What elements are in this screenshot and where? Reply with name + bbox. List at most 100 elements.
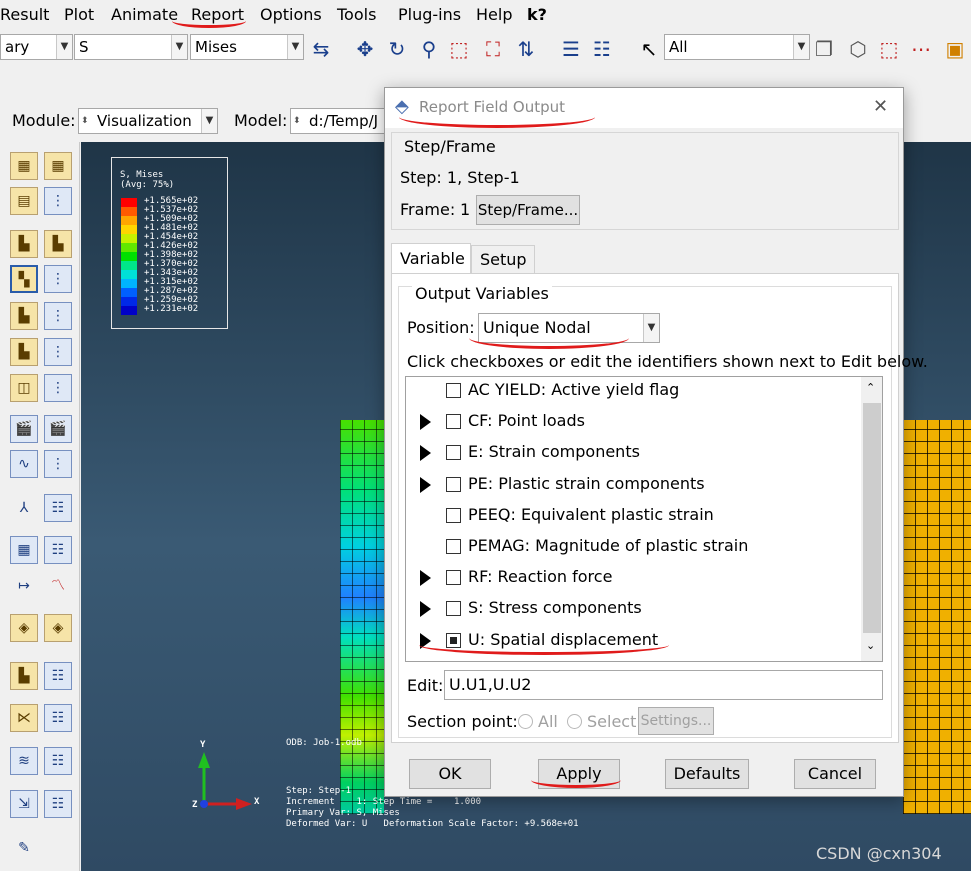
section-all-radio[interactable] [518,714,533,729]
view-cut-icon[interactable]: ⅄ [10,494,38,522]
selection-filter-combo[interactable]: All ▼ [664,34,810,60]
animation-options-icon[interactable]: ⋮ [44,450,72,478]
animate-history-icon[interactable]: ∿ [10,450,38,478]
zoom-icon[interactable]: ⚲ [417,37,441,61]
list-item[interactable]: PE: Plastic strain components [406,469,861,500]
display-group-icon[interactable]: ◈ [10,614,38,642]
expand-triangle-icon[interactable] [420,570,431,587]
context-help-icon[interactable]: k? [527,5,547,24]
transform-manager-icon[interactable]: ☷ [44,790,72,818]
list-item[interactable]: RF: Reaction force [406,562,861,593]
scrollbar[interactable]: ⌃ ⌄ [861,377,882,661]
common-options-icon[interactable]: ⋮ [44,265,72,293]
plot-material-icon[interactable]: ▙ [10,302,38,330]
settings-button[interactable]: Settings... [638,707,714,735]
view-cube-icon[interactable]: ⬡ [846,37,870,61]
plot-deformed-icon[interactable]: ▦ [44,152,72,180]
free-body-manager-icon[interactable]: ☷ [44,704,72,732]
stream-options-icon[interactable]: ⋮ [44,338,72,366]
view-cut-manager-icon[interactable]: ☷ [44,494,72,522]
list-item[interactable]: E: Strain components [406,437,861,468]
dialog-title-bar[interactable]: ⬘ Report Field Output ✕ [385,88,903,128]
cycle-views-icon[interactable]: ⇅ [514,37,538,61]
box-zoom-icon[interactable]: ⬚ [447,37,471,61]
variable-checkbox[interactable] [446,507,461,523]
step-frame-button[interactable]: Step/Frame... [476,195,580,225]
superimpose-icon[interactable]: ◫ [10,374,38,402]
variable-checkbox[interactable] [446,445,461,461]
tab-variable[interactable]: Variable [391,243,471,274]
expand-triangle-icon[interactable] [420,476,431,493]
superimpose-options-icon[interactable]: ⋮ [44,374,72,402]
field-output-category-combo[interactable]: ary ▼ [0,34,73,60]
list-item[interactable]: PEEQ: Equivalent plastic strain [406,500,861,531]
section-select-radio[interactable] [567,714,582,729]
menu-help[interactable]: Help [476,5,512,24]
animate-scale-icon[interactable]: 🎬 [10,415,38,443]
animate-time-icon[interactable]: 🎬 [44,415,72,443]
cancel-button[interactable]: Cancel [794,759,876,789]
variable-checkbox[interactable] [446,539,461,554]
stack-icon[interactable]: ☷ [590,37,614,61]
plot-undeformed-icon[interactable]: ▦ [10,152,38,180]
stream-icon[interactable]: ≋ [10,747,38,775]
menu-options[interactable]: Options [260,5,322,24]
contour-options-icon[interactable]: ⋮ [44,187,72,215]
field-output-variable-combo[interactable]: S ▼ [74,34,188,60]
menu-tools[interactable]: Tools [337,5,376,24]
select-arrow-icon[interactable]: ↖ [637,37,661,61]
query-tool-icon[interactable]: ✎ [10,834,38,862]
pan-icon[interactable]: ✥ [353,37,377,61]
list-item[interactable]: CF: Point loads [406,406,861,437]
stream-manager-icon[interactable]: ☷ [44,747,72,775]
xy-plot-icon[interactable]: 〽 [44,572,72,600]
variables-list[interactable]: AC YIELD: Active yield flag CF: Point loa… [405,376,883,662]
menu-animate[interactable]: Animate [111,5,178,24]
expand-triangle-icon[interactable] [420,445,431,462]
layers-icon[interactable]: ☰ [559,37,583,61]
free-body-icon[interactable]: ⋉ [10,704,38,732]
variable-checkbox[interactable] [446,570,461,586]
close-icon[interactable]: ✕ [873,96,888,117]
display-group-manager-icon[interactable]: ◈ [44,614,72,642]
list-item[interactable]: S: Stress components [406,593,861,624]
select-nodes-icon[interactable]: ⋯ [909,37,933,61]
scrollbar-thumb[interactable] [863,403,881,633]
display-group-list-icon[interactable]: ☷ [44,662,72,690]
module-combo[interactable]: ⬍ Visualization ▼ [78,108,218,134]
create-xy-data-icon[interactable]: ▦ [10,536,38,564]
plot-allowable-icon[interactable]: ▚ [10,265,38,293]
defaults-button[interactable]: Defaults [665,759,749,789]
box-icon[interactable]: ▣ [943,37,967,61]
menu-plot[interactable]: Plot [64,5,94,24]
ok-button[interactable]: OK [409,759,491,789]
list-item[interactable]: PEMAG: Magnitude of plastic strain [406,531,861,562]
scroll-down-icon[interactable]: ⌄ [866,639,875,652]
list-item[interactable]: AC YIELD: Active yield flag [406,377,861,406]
variable-checkbox[interactable] [446,601,461,617]
variable-checkbox[interactable] [446,414,461,430]
variable-checkbox[interactable] [446,476,461,492]
material-options-icon[interactable]: ⋮ [44,302,72,330]
model-combo[interactable]: ⬍ d:/Temp/J [290,108,386,134]
auto-fit-icon[interactable]: ⛶ [481,37,505,61]
plot-stream-icon[interactable]: ▙ [10,338,38,366]
refresh-icon[interactable]: ⇆ [309,37,333,61]
tab-setup[interactable]: Setup [471,245,535,274]
plot-symbols-icon[interactable]: ▙ [10,230,38,258]
xy-data-manager-icon[interactable]: ☷ [44,536,72,564]
expand-triangle-icon[interactable] [420,414,431,431]
menu-result[interactable]: Result [0,5,49,24]
select-box-icon[interactable]: ⬚ [877,37,901,61]
create-display-group-icon[interactable]: ▙ [10,662,38,690]
create-path-icon[interactable]: ↦ [10,572,38,600]
field-output-invariant-combo[interactable]: Mises ▼ [190,34,304,60]
rotate-icon[interactable]: ↻ [385,37,409,61]
transform-icon[interactable]: ⇲ [10,790,38,818]
menu-plugins[interactable]: Plug-ins [398,5,461,24]
edit-field[interactable]: U.U1,U.U2 [444,670,883,700]
variable-checkbox[interactable] [446,383,461,398]
plot-symbols-multi-icon[interactable]: ▙ [44,230,72,258]
plot-contours-icon[interactable]: ▤ [10,187,38,215]
copy-icon[interactable]: ❐ [812,37,836,61]
